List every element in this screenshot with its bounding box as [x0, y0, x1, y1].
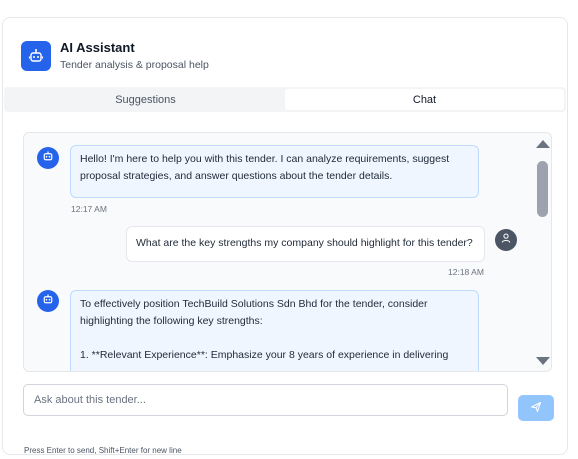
scroll-up-arrow-icon[interactable]	[536, 140, 550, 148]
message-timestamp: 12:18 AM	[448, 267, 484, 277]
panel-title: AI Assistant	[60, 40, 135, 55]
robot-icon	[42, 292, 54, 310]
scroll-down-arrow-icon[interactable]	[536, 357, 550, 365]
send-icon	[530, 401, 542, 416]
input-hint: Press Enter to send, Shift+Enter for new…	[24, 446, 182, 455]
message-line	[80, 330, 469, 347]
panel-header: AI Assistant Tender analysis & proposal …	[21, 39, 209, 73]
panel-subtitle: Tender analysis & proposal help	[60, 59, 209, 71]
chat-input[interactable]	[23, 384, 508, 416]
tab-bar: Suggestions Chat	[4, 87, 566, 112]
robot-icon	[42, 149, 54, 167]
ai-assistant-panel: AI Assistant Tender analysis & proposal …	[2, 17, 568, 455]
message-line: proposal strategies, and answer question…	[80, 170, 393, 182]
tab-suggestions[interactable]: Suggestions	[6, 89, 285, 110]
tab-chat[interactable]: Chat	[285, 89, 564, 110]
user-message: What are the key strengths my company sh…	[126, 226, 485, 262]
assistant-avatar	[37, 147, 59, 169]
message-line: 1. **Relevant Experience**: Emphasize yo…	[80, 349, 449, 361]
robot-icon	[21, 41, 51, 71]
send-button[interactable]	[518, 395, 554, 421]
user-icon	[500, 231, 512, 249]
message-line: highlighting the following key strengths…	[80, 315, 263, 327]
chat-messages[interactable]: Hello! I'm here to help you with this te…	[23, 132, 552, 372]
assistant-avatar	[37, 290, 59, 312]
chat-scrollbar[interactable]	[533, 133, 551, 371]
scroll-thumb[interactable]	[537, 161, 548, 217]
message-line: Hello! I'm here to help you with this te…	[80, 153, 450, 165]
assistant-message: Hello! I'm here to help you with this te…	[70, 145, 479, 198]
message-line: To effectively position TechBuild Soluti…	[80, 298, 428, 310]
message-timestamp: 12:17 AM	[71, 204, 107, 214]
assistant-message: To effectively position TechBuild Soluti…	[70, 290, 479, 371]
user-avatar	[495, 229, 517, 251]
